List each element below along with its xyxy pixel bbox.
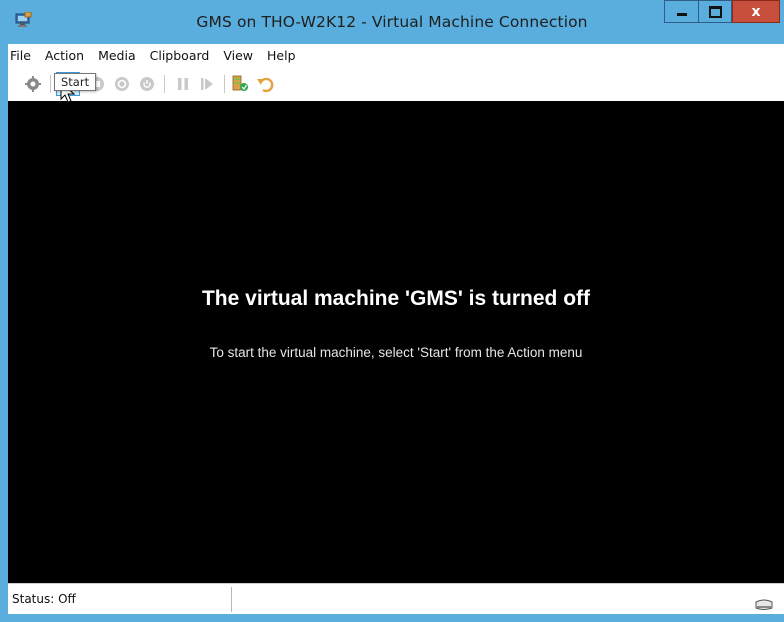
vm-screen[interactable]: The virtual machine 'GMS' is turned off … — [8, 101, 784, 583]
menu-view[interactable]: View — [216, 46, 260, 66]
close-icon: x — [751, 3, 761, 20]
pause-icon[interactable] — [174, 75, 192, 93]
checkpoint-icon[interactable] — [231, 75, 249, 93]
vm-off-heading: The virtual machine 'GMS' is turned off — [201, 287, 591, 310]
toolbar-separator — [164, 75, 165, 93]
save-icon[interactable] — [138, 75, 156, 93]
toolbar-separator — [224, 75, 225, 93]
menu-file[interactable]: File — [8, 46, 38, 66]
maximize-icon — [708, 5, 722, 18]
toolbar — [8, 67, 784, 101]
vm-connection-window: GMS on THO-W2K12 - Virtual Machine Conne… — [0, 0, 784, 622]
client-area: File Action Media Clipboard View Help Th… — [8, 44, 784, 614]
shut-down-icon[interactable] — [113, 75, 131, 93]
close-button[interactable]: x — [732, 0, 780, 23]
keyboard-icon — [754, 596, 774, 610]
menu-help[interactable]: Help — [260, 46, 303, 66]
minimize-icon — [676, 13, 687, 16]
menu-clipboard[interactable]: Clipboard — [143, 46, 217, 66]
reset-icon[interactable] — [198, 75, 216, 93]
menu-action[interactable]: Action — [38, 46, 91, 66]
revert-icon[interactable] — [256, 75, 274, 93]
status-bar: Status: Off — [8, 583, 784, 614]
minimize-button[interactable] — [664, 0, 698, 23]
toolbar-separator — [50, 75, 51, 93]
title-bar[interactable]: GMS on THO-W2K12 - Virtual Machine Conne… — [0, 0, 784, 44]
vm-off-instructions: To start the virtual machine, select 'St… — [209, 345, 583, 360]
menu-bar: File Action Media Clipboard View Help — [8, 44, 784, 68]
ctrl-alt-del-icon[interactable] — [24, 75, 42, 93]
menu-media[interactable]: Media — [91, 46, 143, 66]
status-divider — [231, 587, 232, 612]
status-text: Status: Off — [12, 592, 76, 606]
maximize-button[interactable] — [698, 0, 732, 23]
start-tooltip: Start — [54, 73, 97, 91]
